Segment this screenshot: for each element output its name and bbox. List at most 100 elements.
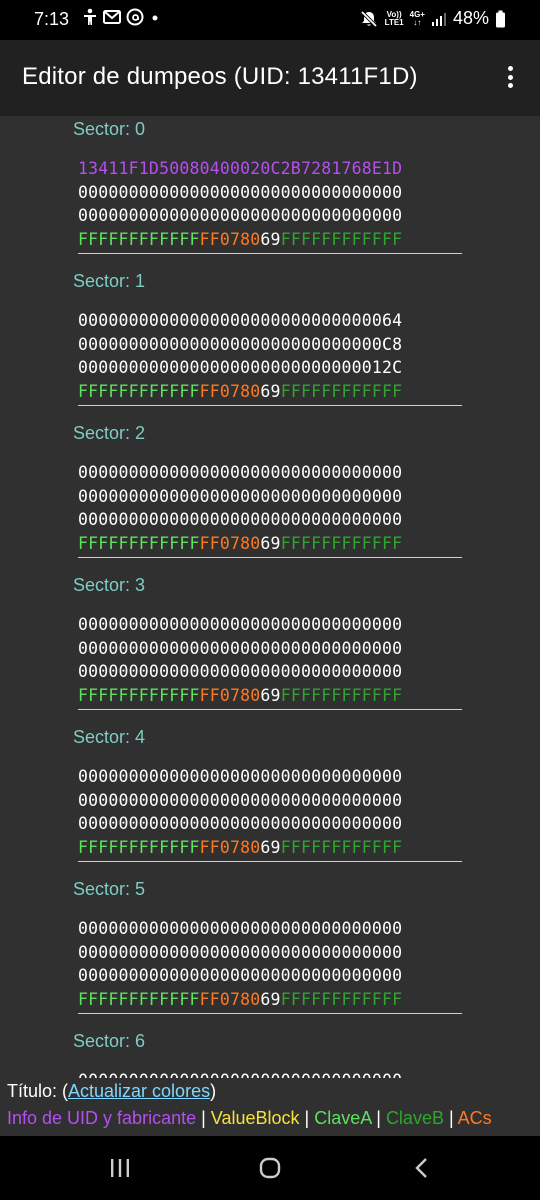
legend-separator: | (196, 1108, 211, 1128)
legend-separator: | (299, 1108, 315, 1128)
hex-acs: FF0780 (199, 381, 261, 401)
update-colors-link[interactable]: Actualizar colores (68, 1081, 210, 1101)
signal-icon (431, 12, 446, 26)
sector-data-field[interactable]: 00000000000000000000000000000000 00000000… (78, 765, 462, 862)
block-line: FFFFFFFFFFFFFF078069FFFFFFFFFFFF (78, 684, 462, 708)
block-line: 00000000000000000000000000000000 (78, 508, 462, 532)
sector-0: Sector: 0 13411F1D50080400020C2B7281768E… (0, 116, 540, 268)
sector-label: Sector: 2 (73, 423, 146, 443)
volte-icon: Vo)) LTE1 (384, 10, 404, 27)
hex-keyb: FFFFFFFFFFFF (280, 989, 403, 1009)
legend-acs: ACs (457, 1108, 492, 1128)
hex-keyb: FFFFFFFFFFFF (280, 381, 403, 401)
block-line: FFFFFFFFFFFFFF078069FFFFFFFFFFFF (78, 228, 462, 252)
back-icon[interactable] (410, 1156, 434, 1180)
battery-icon (496, 10, 505, 27)
hex-white: 69 (260, 989, 281, 1009)
sector-label: Sector: 6 (73, 1031, 146, 1051)
sector-1: Sector: 1 000000000000000000000000000000… (0, 268, 540, 420)
hex-keyb: FFFFFFFFFFFF (280, 837, 403, 857)
hex-keya: FFFFFFFFFFFF (78, 837, 200, 857)
status-time: 7:13 (34, 9, 70, 29)
legend-value-block: ValueBlock (210, 1108, 300, 1128)
hex-white: 00000000000000000000000000000000 (78, 1071, 402, 1078)
notification-icons (82, 8, 161, 26)
hex-white: 69 (260, 229, 281, 249)
sector-label: Sector: 1 (73, 271, 146, 291)
hex-white: 00000000000000000000000000000000 (78, 942, 403, 962)
hex-white: 00000000000000000000000000000000 (78, 463, 403, 482)
home-icon[interactable] (258, 1156, 282, 1180)
sector-label: Sector: 0 (73, 119, 146, 139)
hex-keyb: FFFFFFFFFFFF (280, 229, 403, 249)
legend-key-a: ClaveA (314, 1108, 372, 1128)
hex-white: 00000000000000000000000000000000 (78, 790, 403, 810)
block-line: FFFFFFFFFFFFFF078069FFFFFFFFFFFF (78, 836, 462, 860)
volte-bottom-label: LTE1 (384, 17, 404, 27)
hex-keya: FFFFFFFFFFFF (78, 533, 200, 553)
hex-white: 00000000000000000000000000000064 (78, 311, 403, 330)
dump-editor-content[interactable]: Sector: 0 13411F1D50080400020C2B7281768E… (0, 116, 540, 1078)
accessibility-icon (84, 8, 96, 25)
system-icons: Vo)) LTE1 4G+ ↓↑ 48% (359, 8, 506, 29)
block-line: 00000000000000000000000000000000 (78, 964, 462, 988)
legend-separator: | (443, 1108, 458, 1128)
network-bottom-label: ↓↑ (413, 17, 422, 27)
sector-data-field[interactable]: 00000000000000000000000000000000 00000000… (78, 917, 462, 1014)
hex-white: 00000000000000000000000000000000 (78, 919, 403, 938)
hex-keya: FFFFFFFFFFFF (78, 989, 200, 1009)
threads-icon (126, 8, 144, 26)
hex-white: 0000000000000000000000000000012C (78, 358, 403, 377)
sector-data-field[interactable]: 00000000000000000000000000000000 00000000… (78, 613, 462, 710)
block-line: 00000000000000000000000000000000 (78, 765, 462, 789)
app-bar: Editor de dumpeos (UID: 13411F1D) (0, 40, 540, 116)
sector-data-field[interactable]: 00000000000000000000000000000000 00000000… (78, 461, 462, 558)
hex-white: 69 (260, 533, 281, 553)
legend-row: Info de UID y fabricante | ValueBlock | … (7, 1108, 492, 1129)
legend-uid: Info de UID y fabricante (7, 1108, 197, 1128)
sector-2: Sector: 2 000000000000000000000000000000… (0, 420, 540, 572)
hex-white: 00000000000000000000000000000000 (78, 814, 403, 833)
recent-apps-icon[interactable] (108, 1156, 132, 1180)
hex-white: 000000000000000000000000000000C8 (78, 334, 403, 354)
block-line: FFFFFFFFFFFFFF078069FFFFFFFFFFFF (78, 988, 462, 1012)
legend-title: Título: (Actualizar colores) (7, 1081, 216, 1102)
sector-data-field[interactable]: 00000000000000000000000000000000 (78, 1069, 462, 1078)
hex-white: 00000000000000000000000000000000 (78, 615, 403, 634)
legend-key-b: ClaveB (385, 1108, 444, 1128)
hex-keya: FFFFFFFFFFFF (78, 229, 200, 249)
block-line: 000000000000000000000000000000C8 (78, 333, 462, 357)
dot-icon (152, 15, 158, 21)
sector-data-field[interactable]: 00000000000000000000000000000064 00000000… (78, 309, 462, 406)
sector-6: Sector: 6 000000000000000000000000000000… (0, 1028, 540, 1078)
overflow-menu-icon[interactable] (498, 62, 522, 92)
block-line: 00000000000000000000000000000000 (78, 941, 462, 965)
block-line: 00000000000000000000000000000000 (78, 204, 462, 228)
block-line: FFFFFFFFFFFFFF078069FFFFFFFFFFFF (78, 532, 462, 556)
hex-keya: FFFFFFFFFFFF (78, 685, 200, 705)
navigation-bar (0, 1136, 540, 1200)
block-line: 00000000000000000000000000000000 (78, 812, 462, 836)
sector-4: Sector: 4 000000000000000000000000000000… (0, 724, 540, 876)
block-line: 00000000000000000000000000000000 (78, 637, 462, 661)
hex-uid: 13411F1D50080400020C2B7281768E1D (78, 159, 403, 178)
sector-label: Sector: 3 (73, 575, 146, 595)
hex-acs: FF0780 (199, 685, 261, 705)
sector-5: Sector: 5 000000000000000000000000000000… (0, 876, 540, 1028)
network-4g-icon: 4G+ ↓↑ (410, 10, 425, 27)
block-line: 00000000000000000000000000000000 (78, 613, 462, 637)
color-legend: Título: (Actualizar colores) Info de UID… (0, 1078, 540, 1136)
hex-white: 00000000000000000000000000000000 (78, 206, 403, 225)
sector-label: Sector: 4 (73, 727, 146, 747)
block-line: 00000000000000000000000000000064 (78, 309, 462, 333)
sector-data-field[interactable]: 13411F1D50080400020C2B7281768E1D 00000000… (78, 157, 462, 254)
battery-percent: 48% (452, 8, 489, 28)
app-title: Editor de dumpeos (UID: 13411F1D) (22, 63, 418, 90)
legend-title-suffix: ) (210, 1081, 217, 1101)
hex-white: 69 (260, 837, 281, 857)
hex-white: 00000000000000000000000000000000 (78, 510, 403, 529)
mute-icon (360, 10, 377, 27)
block-line: 00000000000000000000000000000000 (78, 660, 462, 684)
legend-title-prefix: Título: ( (7, 1081, 69, 1101)
hex-white: 00000000000000000000000000000000 (78, 486, 403, 506)
